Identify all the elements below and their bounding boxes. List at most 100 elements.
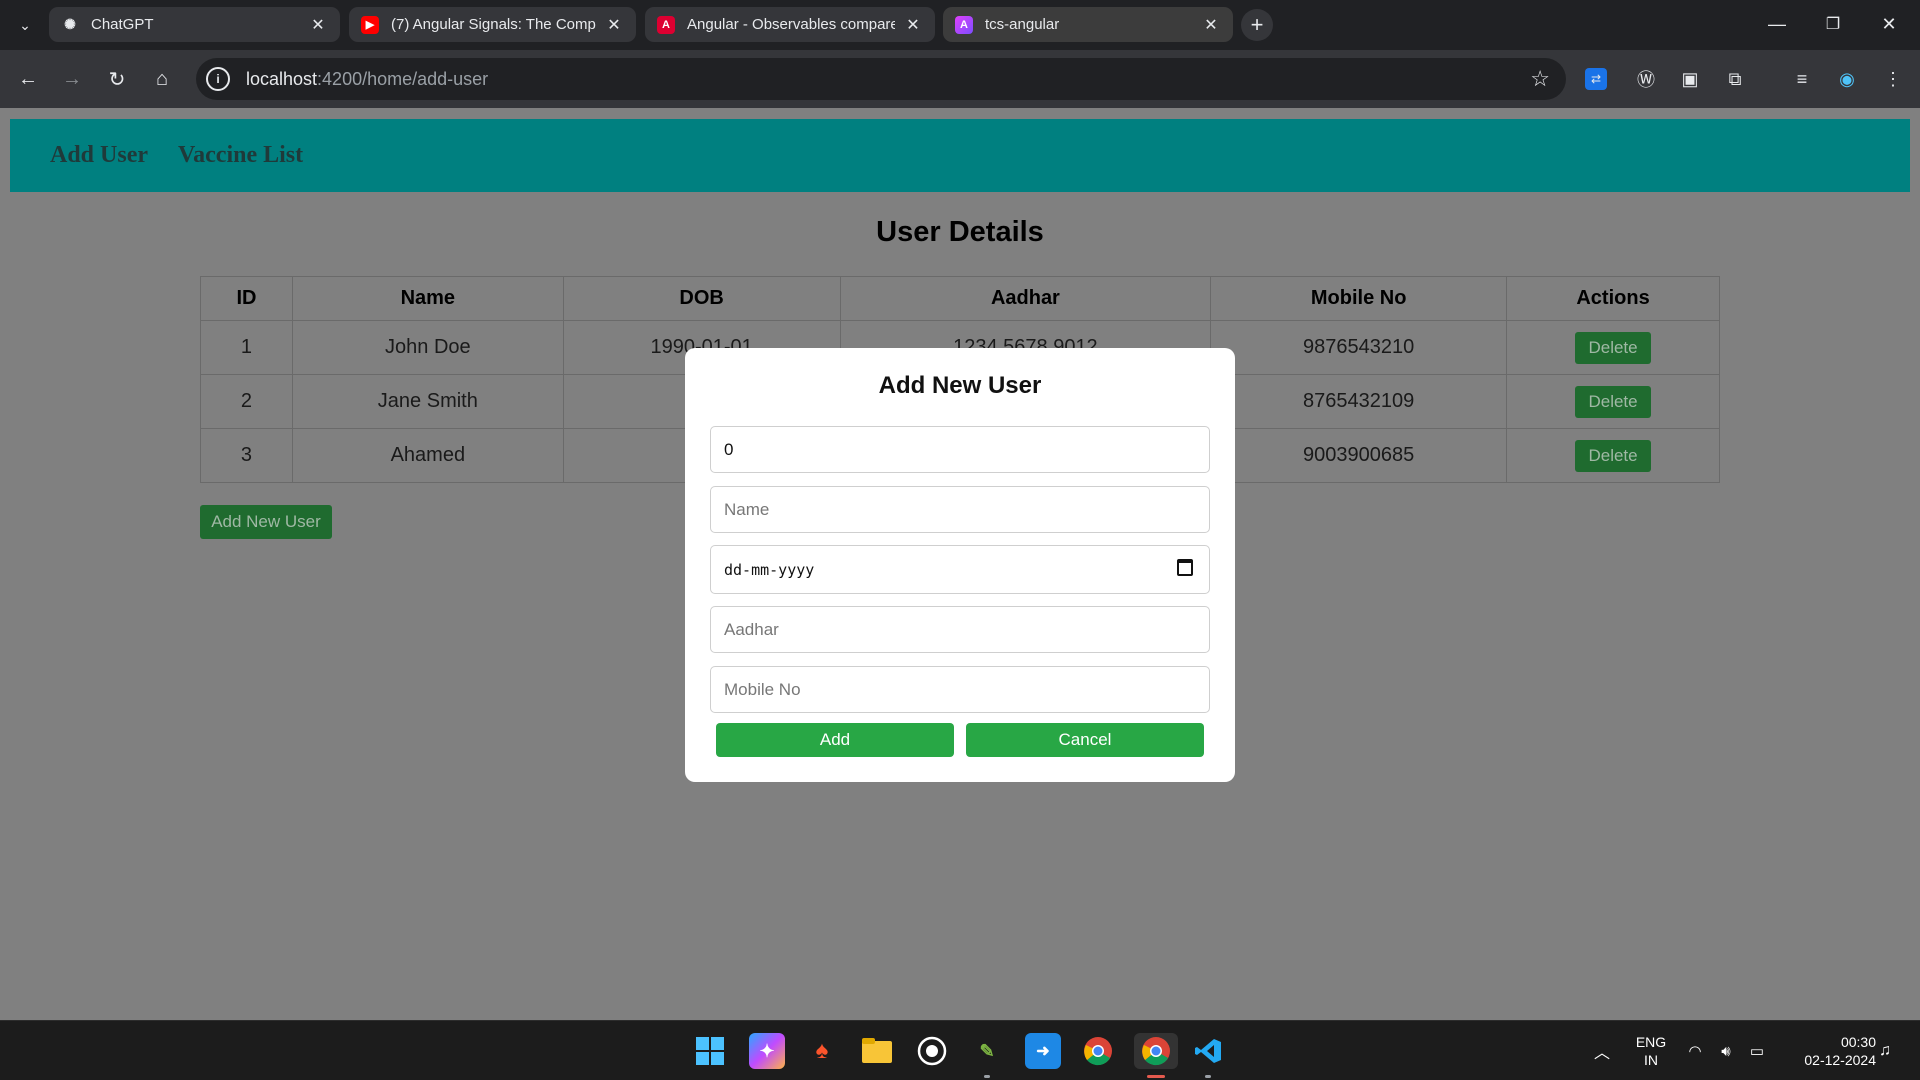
tab-chatgpt[interactable]: ✺ ChatGPT ✕ bbox=[49, 7, 340, 42]
browser-menu-icon[interactable]: ⋮ bbox=[1878, 64, 1908, 94]
back-icon[interactable]: ← bbox=[12, 63, 44, 95]
extensions-puzzle-icon[interactable]: ⧉ bbox=[1720, 64, 1750, 94]
tab-title: tcs-angular bbox=[985, 16, 1060, 33]
modal-title: Add New User bbox=[878, 372, 1042, 399]
clock-date: 02-12-2024 bbox=[1804, 1052, 1876, 1068]
header-dob: DOB bbox=[562, 276, 841, 321]
nav-add-user[interactable]: Add User bbox=[50, 142, 148, 169]
add-new-user-button[interactable]: Add New User bbox=[200, 505, 332, 539]
mobile-field[interactable]: Mobile No bbox=[710, 666, 1210, 713]
tab-title: Angular - Observables compare bbox=[687, 16, 895, 33]
chrome-active-icon[interactable] bbox=[1134, 1033, 1178, 1078]
cell-mobile: 9003900685 bbox=[1210, 428, 1508, 483]
aadhar-placeholder: Aadhar bbox=[724, 619, 779, 639]
page-viewport: Add User Vaccine List User Details ID Na… bbox=[0, 108, 1920, 1020]
clock[interactable]: 00:30 02-12-2024 bbox=[1780, 1021, 1876, 1080]
window-close-icon[interactable]: ✕ bbox=[1866, 8, 1912, 40]
angular-icon: A bbox=[955, 15, 973, 34]
battery-icon[interactable]: ▭ bbox=[1744, 1021, 1770, 1080]
profile-avatar-icon[interactable]: ◉ bbox=[1832, 64, 1862, 94]
app-arrow-icon[interactable]: ➜ bbox=[1025, 1033, 1061, 1069]
url-text[interactable]: localhost:4200/home/add-user bbox=[246, 69, 488, 90]
tab-title: (7) Angular Signals: The Comple bbox=[391, 16, 596, 33]
url-path: :4200/home/add-user bbox=[317, 68, 489, 89]
name-placeholder: Name bbox=[724, 499, 770, 519]
cell-mobile: 9876543210 bbox=[1210, 320, 1508, 375]
minimize-icon[interactable]: — bbox=[1754, 8, 1800, 40]
tab-search-chevron-icon[interactable]: ⌄ bbox=[12, 12, 38, 38]
header-actions: Actions bbox=[1506, 276, 1720, 321]
dob-placeholder: dd-mm-yyyy bbox=[724, 560, 815, 579]
tab-tcs-angular[interactable]: A tcs-angular ✕ bbox=[943, 7, 1233, 42]
bookmark-star-icon[interactable]: ☆ bbox=[1530, 66, 1550, 92]
id-field[interactable]: 0 bbox=[710, 426, 1210, 473]
home-icon[interactable]: ⌂ bbox=[146, 63, 178, 95]
address-bar[interactable]: i localhost:4200/home/add-user ☆ bbox=[196, 58, 1566, 100]
cell-id: 1 bbox=[200, 320, 293, 375]
calendar-icon[interactable] bbox=[1177, 559, 1193, 576]
cancel-button[interactable]: Cancel bbox=[966, 723, 1204, 757]
header-mobile: Mobile No bbox=[1210, 276, 1508, 321]
brave-icon[interactable]: ♠ bbox=[804, 1033, 840, 1069]
delete-button[interactable]: Delete bbox=[1575, 439, 1651, 472]
add-button[interactable]: Add bbox=[716, 723, 954, 757]
url-host: localhost bbox=[246, 68, 318, 89]
extension-translate-icon[interactable]: ⇄ bbox=[1585, 68, 1607, 90]
add-user-modal: Add New User 0 Name dd-mm-yyyy Aadhar Mo… bbox=[685, 348, 1235, 782]
close-icon[interactable]: ✕ bbox=[604, 15, 624, 35]
tab-youtube[interactable]: ▶ (7) Angular Signals: The Comple ✕ bbox=[349, 7, 636, 42]
close-icon[interactable]: ✕ bbox=[903, 15, 923, 35]
language-code: ENG bbox=[1635, 1034, 1667, 1050]
name-field[interactable]: Name bbox=[710, 486, 1210, 533]
copilot-icon[interactable]: ✦ bbox=[749, 1033, 785, 1069]
active-indicator bbox=[1147, 1075, 1165, 1078]
forward-icon[interactable]: → bbox=[56, 63, 88, 95]
aadhar-field[interactable]: Aadhar bbox=[710, 606, 1210, 653]
tab-title: ChatGPT bbox=[91, 16, 154, 33]
cell-name: Ahamed bbox=[291, 428, 564, 483]
page-title: User Details bbox=[876, 216, 1044, 248]
cell-mobile: 8765432109 bbox=[1210, 374, 1508, 429]
vscode-icon[interactable] bbox=[1190, 1033, 1226, 1078]
new-tab-button[interactable]: + bbox=[1241, 9, 1273, 41]
close-icon[interactable]: ✕ bbox=[1201, 15, 1221, 35]
volume-icon[interactable]: 🔊︎ bbox=[1713, 1021, 1739, 1080]
whatsapp-icon[interactable] bbox=[914, 1033, 950, 1069]
delete-button[interactable]: Delete bbox=[1575, 385, 1651, 418]
delete-button[interactable]: Delete bbox=[1575, 331, 1651, 364]
mobile-placeholder: Mobile No bbox=[724, 679, 801, 699]
reload-icon[interactable]: ↻ bbox=[101, 63, 133, 95]
extension-w-icon[interactable]: Ⓦ bbox=[1631, 64, 1661, 94]
notification-bell-icon[interactable]: ♫︎ bbox=[1872, 1021, 1898, 1080]
browser-tab-strip: ⌄ ✺ ChatGPT ✕ ▶ (7) Angular Signals: The… bbox=[0, 0, 1920, 50]
tray-chevron-icon[interactable]: ︿ bbox=[1590, 1021, 1614, 1080]
cell-name: John Doe bbox=[291, 320, 564, 375]
header-id: ID bbox=[200, 276, 293, 321]
cell-name: Jane Smith bbox=[291, 374, 564, 429]
dob-date-field[interactable]: dd-mm-yyyy bbox=[710, 545, 1210, 594]
cell-id: 3 bbox=[200, 428, 293, 483]
site-info-icon[interactable]: i bbox=[206, 67, 230, 91]
wifi-icon[interactable]: ◠ bbox=[1682, 1021, 1708, 1080]
running-indicator bbox=[984, 1075, 990, 1078]
id-value: 0 bbox=[724, 439, 734, 459]
nav-vaccine-list[interactable]: Vaccine List bbox=[178, 142, 303, 169]
language-indicator[interactable]: ENG IN bbox=[1628, 1021, 1674, 1080]
close-icon[interactable]: ✕ bbox=[308, 15, 328, 35]
table-header-row: ID Name DOB Aadhar Mobile No Actions bbox=[200, 276, 1720, 321]
extension-badge-icon[interactable]: ▣ bbox=[1675, 64, 1705, 94]
tab-angular-docs[interactable]: A Angular - Observables compare ✕ bbox=[645, 7, 935, 42]
region-code: IN bbox=[1644, 1052, 1658, 1068]
chrome-icon[interactable] bbox=[1080, 1033, 1116, 1069]
cell-actions: Delete bbox=[1506, 374, 1720, 429]
cell-actions: Delete bbox=[1506, 428, 1720, 483]
cell-id: 2 bbox=[200, 374, 293, 429]
restore-icon[interactable]: ❐ bbox=[1810, 8, 1856, 40]
notepad-icon[interactable]: ✎ bbox=[969, 1033, 1005, 1078]
clock-time: 00:30 bbox=[1840, 1034, 1876, 1050]
windows-start-icon[interactable] bbox=[692, 1033, 728, 1069]
file-explorer-icon[interactable] bbox=[859, 1033, 895, 1069]
header-aadhar: Aadhar bbox=[839, 276, 1212, 321]
app-navbar: Add User Vaccine List bbox=[10, 119, 1910, 192]
media-control-icon[interactable]: ≡ bbox=[1787, 64, 1817, 94]
